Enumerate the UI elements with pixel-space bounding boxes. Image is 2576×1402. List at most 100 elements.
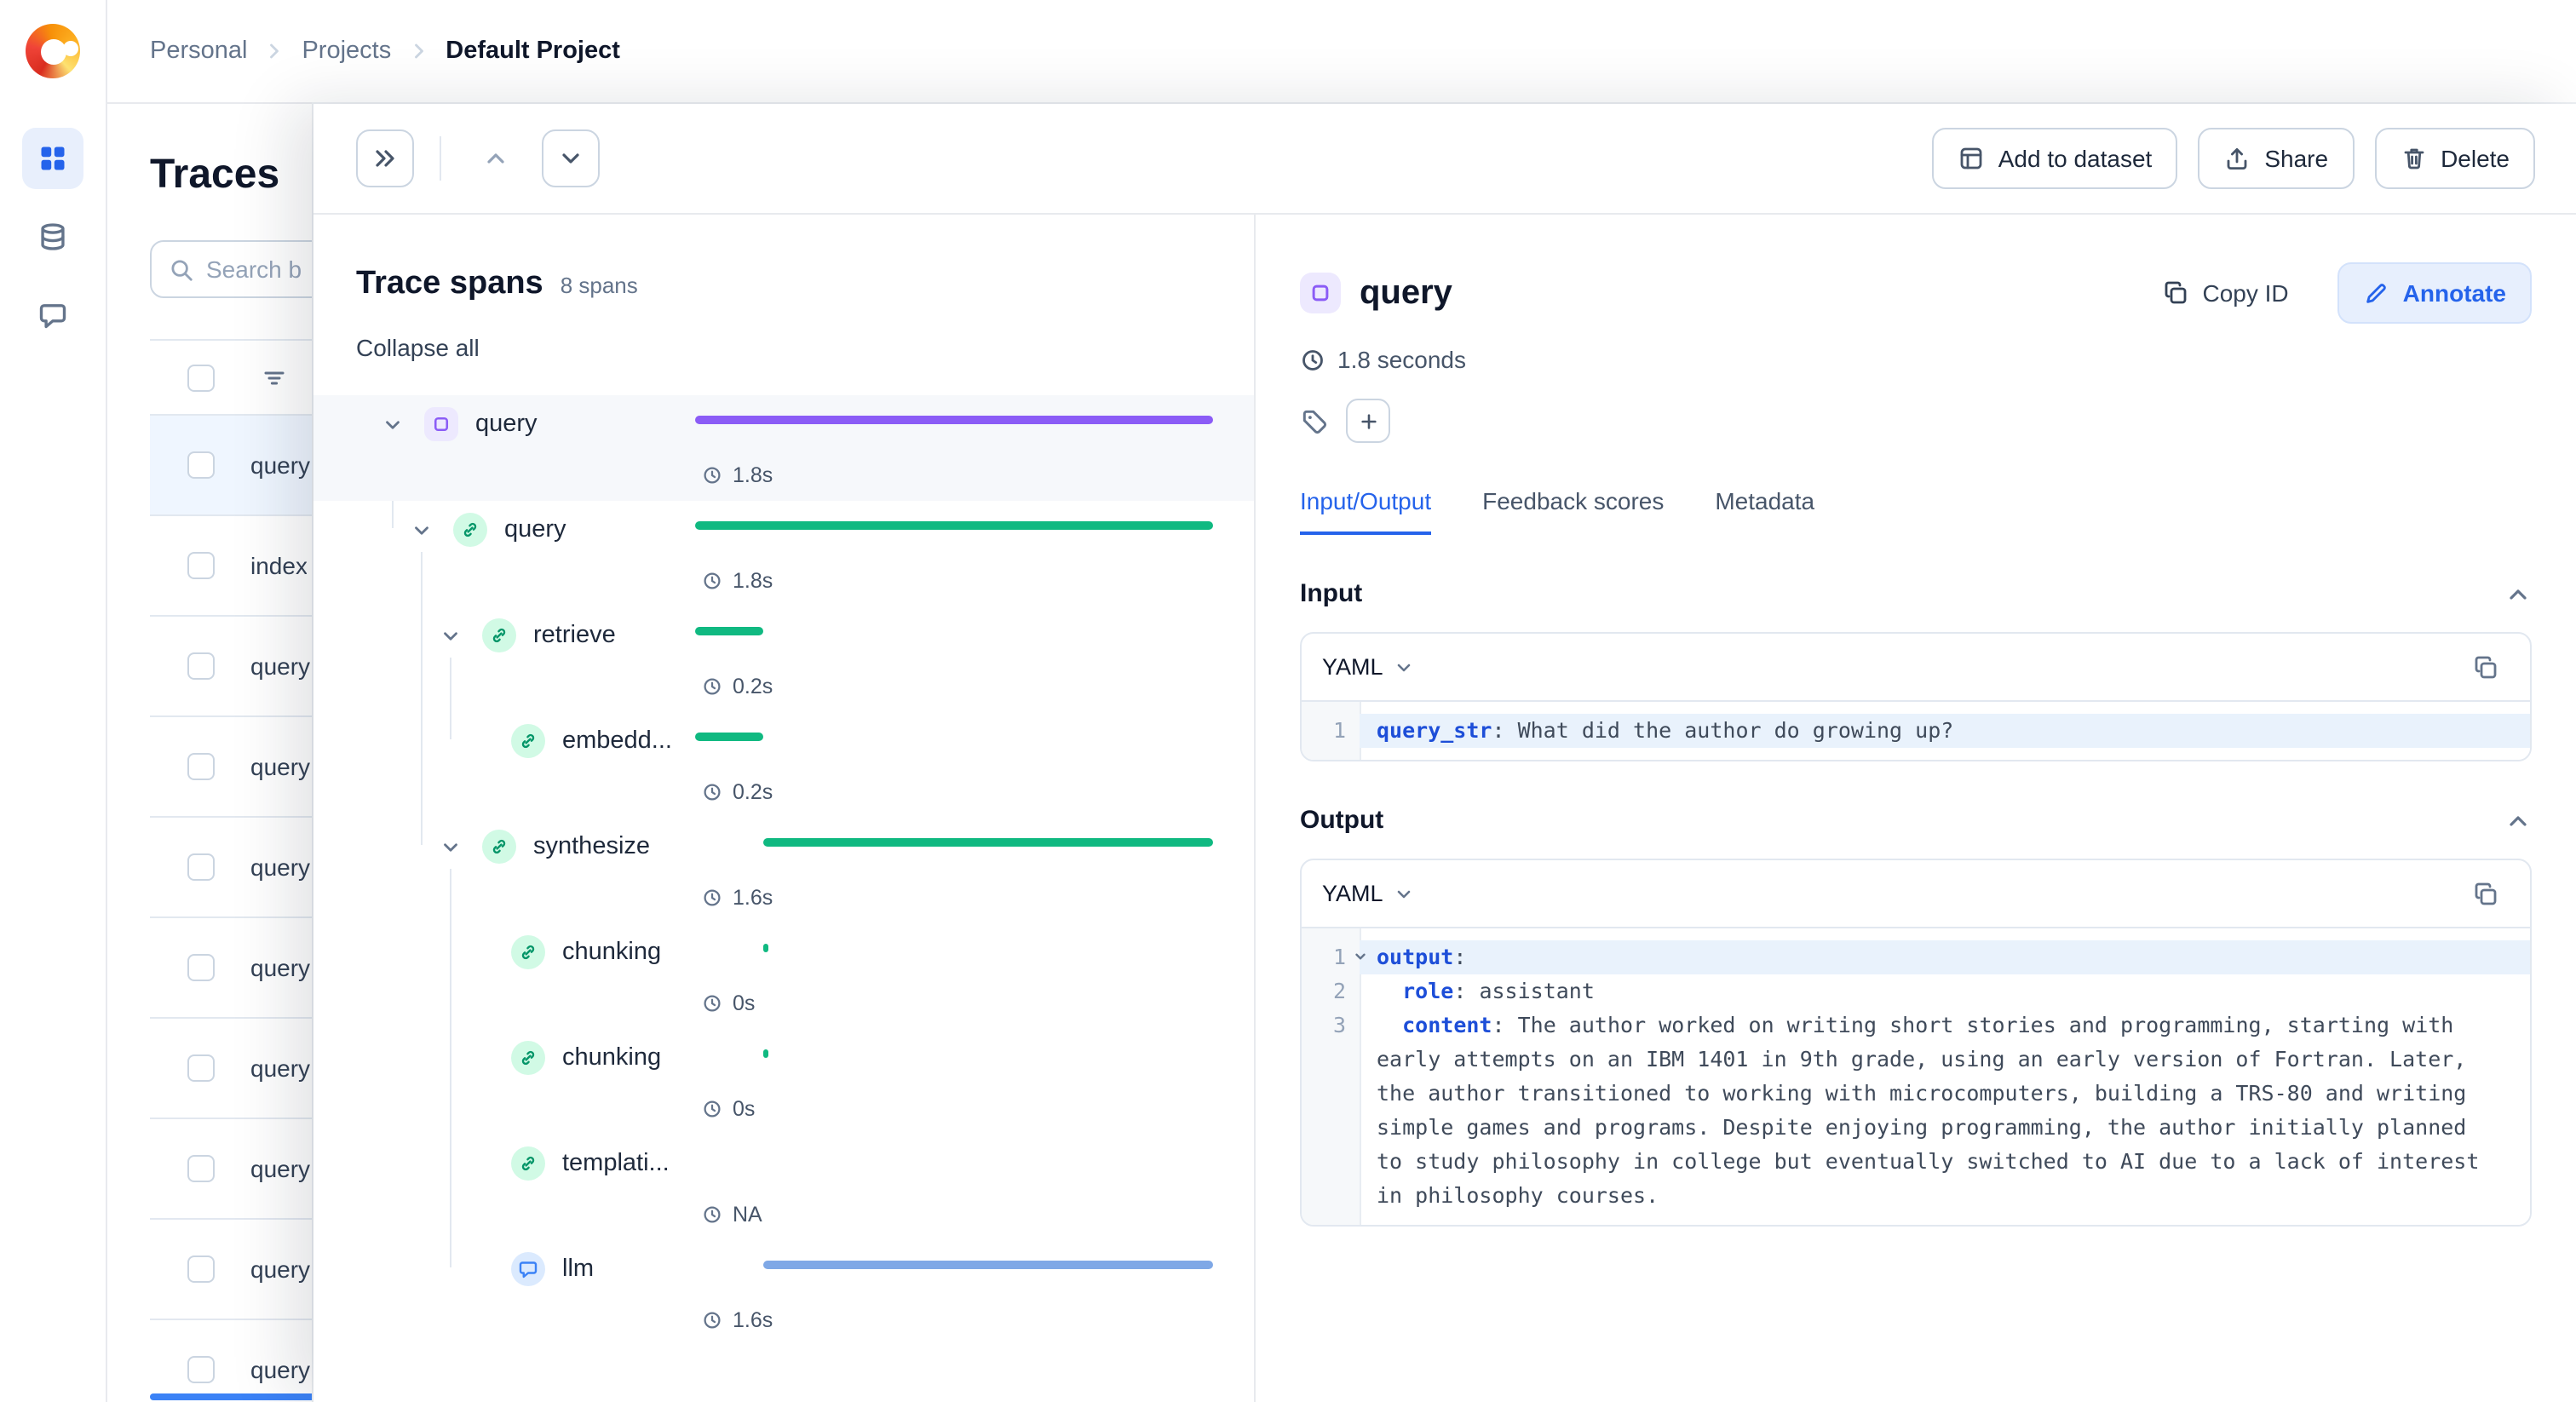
yaml-key: content	[1402, 1012, 1492, 1037]
chevron-down-icon[interactable]	[405, 514, 436, 545]
span-row[interactable]: query 1.8s	[313, 501, 1254, 606]
span-name: retrieve	[533, 622, 616, 649]
span-timeline	[695, 1049, 1213, 1058]
tab-metadata[interactable]: Metadata	[1715, 487, 1814, 535]
copy-output-button[interactable]	[2462, 870, 2510, 917]
span-row[interactable]: llm 1.6s	[313, 1240, 1254, 1346]
add-tag-button[interactable]	[1346, 399, 1390, 443]
content: Traces query	[107, 104, 2576, 1402]
copy-id-button[interactable]: Copy ID	[2148, 269, 2303, 317]
clock-icon	[702, 782, 722, 802]
yaml-key: output	[1377, 944, 1454, 969]
format-label: YAML	[1322, 654, 1383, 680]
annotate-button[interactable]: Annotate	[2337, 262, 2532, 324]
row-checkbox[interactable]	[187, 451, 215, 479]
span-row[interactable]: retrieve 0.2s	[313, 606, 1254, 712]
row-checkbox[interactable]	[187, 954, 215, 981]
row-checkbox[interactable]	[187, 652, 215, 680]
toolbar-divider	[440, 136, 441, 181]
row-checkbox[interactable]	[187, 1255, 215, 1283]
span-timeline	[695, 838, 1213, 847]
yaml-value: : assistant	[1453, 978, 1595, 1003]
collapse-all-button[interactable]: Collapse all	[356, 334, 480, 361]
span-row[interactable]: templati... NA	[313, 1135, 1254, 1240]
delete-button[interactable]: Delete	[2374, 128, 2535, 189]
tag-icon	[1300, 406, 1329, 435]
row-checkbox[interactable]	[187, 552, 215, 579]
next-trace-button[interactable]	[542, 129, 600, 187]
output-code-block: YAML 1 output: 2 role: assistant 3 conte…	[1300, 859, 2532, 1227]
span-row[interactable]: synthesize 1.6s	[313, 818, 1254, 923]
span-row[interactable]: chunking 0s	[313, 1029, 1254, 1135]
code-line: 1 query_str: What did the author do grow…	[1302, 714, 2530, 748]
span-timeline	[695, 733, 1213, 741]
chevron-up-icon[interactable]	[2504, 580, 2532, 607]
database-icon	[37, 221, 68, 252]
expand-panel-button[interactable]	[356, 129, 414, 187]
sidebar-item-feedback[interactable]	[22, 284, 83, 346]
pencil-icon	[2364, 280, 2389, 306]
spans-tree: query 1.8s query 1.8s retrieve 0.2s embe…	[313, 395, 1254, 1402]
format-select[interactable]: YAML	[1322, 654, 1414, 680]
main-area: Personal Projects Default Project Traces	[107, 0, 2576, 1402]
comet-logo[interactable]	[26, 24, 80, 78]
sidebar-item-datasets[interactable]	[22, 206, 83, 267]
detail-toolbar: Add to dataset Share Delete	[313, 104, 2576, 215]
share-button[interactable]: Share	[2198, 128, 2355, 189]
breadcrumb-personal[interactable]: Personal	[150, 37, 247, 65]
span-row[interactable]: query 1.8s	[313, 395, 1254, 501]
breadcrumb-projects[interactable]: Projects	[302, 37, 391, 65]
input-code-body: 1 query_str: What did the author do grow…	[1302, 702, 2530, 760]
select-all-checkbox[interactable]	[187, 364, 215, 391]
delete-label: Delete	[2441, 145, 2510, 172]
grid-icon	[37, 143, 68, 174]
duration-bar	[762, 838, 1213, 847]
row-checkbox[interactable]	[187, 853, 215, 881]
copy-icon	[2162, 279, 2189, 307]
sidebar-item-projects[interactable]	[22, 128, 83, 189]
breadcrumb-current: Default Project	[446, 37, 620, 65]
span-duration: 0.2s	[733, 780, 773, 804]
chevron-down-icon[interactable]	[434, 620, 465, 651]
span-duration: 1.8s	[733, 569, 773, 593]
yaml-key: role	[1402, 978, 1454, 1003]
row-label: query	[250, 954, 311, 981]
span-name: templati...	[562, 1150, 670, 1177]
horizontal-scrollbar[interactable]	[150, 1393, 317, 1400]
duration-bar	[763, 944, 769, 952]
format-select[interactable]: YAML	[1322, 881, 1414, 906]
row-checkbox[interactable]	[187, 753, 215, 780]
span-row[interactable]: chunking 0s	[313, 923, 1254, 1029]
chevron-up-icon[interactable]	[2504, 807, 2532, 834]
span-name: query	[504, 516, 566, 543]
line-number: 3	[1332, 1012, 1346, 1037]
span-row[interactable]: embedd... 0.2s	[313, 712, 1254, 818]
input-section-title: Input	[1300, 579, 1363, 608]
spans-count: 8 spans	[560, 273, 638, 298]
span-duration: 0.2s	[733, 675, 773, 698]
previous-trace-button[interactable]	[467, 129, 525, 187]
add-to-dataset-button[interactable]: Add to dataset	[1931, 128, 2178, 189]
tab-input-output[interactable]: Input/Output	[1300, 487, 1432, 535]
app-window: Personal Projects Default Project Traces	[0, 0, 2576, 1402]
fold-caret-icon[interactable]	[1353, 949, 1368, 964]
span-detail-column: query Copy ID Annotate 1.8 seconds Input…	[1256, 215, 2576, 1402]
yaml-value: : What did the author do growing up?	[1492, 717, 1954, 743]
span-duration: 1.8s	[733, 463, 773, 487]
copy-input-button[interactable]	[2462, 643, 2510, 691]
duration-bar	[763, 1049, 769, 1058]
chevron-down-icon[interactable]	[377, 409, 407, 440]
trace-detail-panel: Add to dataset Share Delete Trace spans …	[313, 104, 2576, 1402]
row-checkbox[interactable]	[187, 1155, 215, 1182]
tab-feedback-scores[interactable]: Feedback scores	[1482, 487, 1664, 535]
span-duration: 0s	[733, 991, 756, 1015]
span-timeline	[695, 1261, 1213, 1269]
copy-id-label: Copy ID	[2202, 279, 2289, 307]
row-label: query	[250, 1054, 311, 1082]
clock-icon	[702, 993, 722, 1014]
row-checkbox[interactable]	[187, 1356, 215, 1383]
span-name: chunking	[562, 939, 662, 966]
column-settings-icon[interactable]	[261, 364, 288, 391]
row-checkbox[interactable]	[187, 1054, 215, 1082]
chevron-down-icon[interactable]	[434, 831, 465, 862]
